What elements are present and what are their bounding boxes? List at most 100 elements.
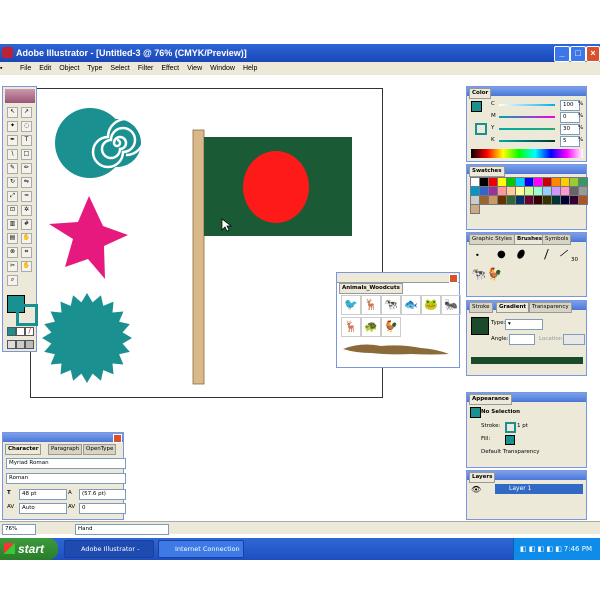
animal-symbol-icon[interactable]: 🐓: [381, 317, 401, 337]
input-m[interactable]: 0: [560, 112, 580, 123]
font-size-input[interactable]: 48 pt: [19, 489, 67, 500]
blend-tool-icon[interactable]: ⊗: [7, 247, 18, 258]
tab-gradient[interactable]: Gradient: [496, 302, 530, 313]
lizard-brush-icon[interactable]: [341, 339, 451, 359]
leading-input[interactable]: (57.6 pt): [79, 489, 126, 500]
slice-tool-icon[interactable]: ⌗: [21, 247, 32, 258]
animal-symbol-icon[interactable]: 🐦: [341, 295, 361, 315]
tab-brushes[interactable]: Brushes: [514, 234, 546, 245]
status-tool-select[interactable]: Hand: [75, 524, 169, 535]
input-c[interactable]: 100: [560, 100, 580, 111]
animal-symbol-icon[interactable]: 🦌: [341, 317, 361, 337]
slider-k[interactable]: [499, 140, 555, 142]
brush-rooster-icon[interactable]: 🐓: [487, 267, 502, 281]
magenta-star[interactable]: [49, 196, 128, 279]
magic-wand-tool-icon[interactable]: ✦: [7, 121, 18, 132]
direct-selection-tool-icon[interactable]: ↗: [21, 107, 32, 118]
swatch-cell[interactable]: [578, 195, 588, 205]
start-button[interactable]: start: [0, 538, 58, 560]
pencil-tool-icon[interactable]: ✏: [21, 163, 32, 174]
tab-appearance[interactable]: Appearance: [469, 394, 512, 405]
appearance-stroke-swatch[interactable]: [505, 422, 516, 433]
slider-y[interactable]: [499, 128, 555, 130]
color-mode-button[interactable]: [7, 327, 16, 336]
zoom-tool-icon[interactable]: ⌕: [7, 275, 18, 286]
symbol-sprayer-tool-icon[interactable]: ✲: [21, 205, 32, 216]
teal-starburst[interactable]: [42, 293, 132, 383]
line-tool-icon[interactable]: \: [7, 149, 18, 160]
appearance-fill-swatch[interactable]: [505, 435, 515, 445]
tab-layers[interactable]: Layers: [469, 472, 496, 483]
animal-symbol-icon[interactable]: 🐄: [381, 295, 401, 315]
tab-paragraph[interactable]: Paragraph: [48, 444, 83, 455]
input-y[interactable]: 30: [560, 124, 580, 135]
gradient-type-select[interactable]: ▾: [505, 319, 543, 330]
font-style-select[interactable]: Roman: [6, 473, 126, 484]
reflect-tool-icon[interactable]: ⇋: [21, 177, 32, 188]
slider-m[interactable]: [499, 116, 555, 118]
hand-tool-icon[interactable]: ✋: [21, 261, 32, 272]
gradient-location-input[interactable]: [563, 334, 585, 345]
animal-symbol-icon[interactable]: 🐸: [421, 295, 441, 315]
animals-panel-close-button[interactable]: [449, 274, 458, 283]
scale-tool-icon[interactable]: ⤢: [7, 191, 18, 202]
kerning-input[interactable]: Auto: [19, 503, 67, 514]
character-panel-close-button[interactable]: [113, 434, 122, 443]
layer-row[interactable]: Layer 1: [495, 484, 583, 494]
flag-disc[interactable]: [243, 151, 309, 223]
animal-symbol-icon[interactable]: 🐟: [401, 295, 421, 315]
warp-tool-icon[interactable]: ≈: [21, 191, 32, 202]
rectangle-tool-icon[interactable]: □: [21, 149, 32, 160]
brush-cow-icon[interactable]: 🐄: [471, 267, 486, 281]
tray-icons[interactable]: ◧ ◧ ◧ ◧ ◧: [520, 538, 562, 560]
brush-dot-small-icon[interactable]: •: [475, 251, 480, 260]
free-transform-tool-icon[interactable]: ⊡: [7, 205, 18, 216]
zoom-select[interactable]: 76%: [2, 524, 36, 535]
brush-dot-medium-icon[interactable]: ●: [497, 249, 506, 260]
screen-mode-3-button[interactable]: [25, 340, 34, 349]
animal-symbol-icon[interactable]: 🐜: [441, 295, 461, 315]
mesh-tool-icon[interactable]: #: [21, 219, 32, 230]
tab-color[interactable]: Color: [469, 88, 492, 99]
brush-leaf-icon[interactable]: ❘: [540, 246, 553, 261]
rotate-tool-icon[interactable]: ↻: [7, 177, 18, 188]
brush-stroke-icon[interactable]: ⁄: [561, 247, 567, 260]
tab-transparency[interactable]: Transparency: [529, 302, 572, 313]
visibility-eye-icon[interactable]: 👁: [471, 485, 481, 494]
taskbar-item-internet[interactable]: Internet Connection ...: [158, 540, 244, 569]
paintbrush-tool-icon[interactable]: ✎: [7, 163, 18, 174]
tab-symbols[interactable]: Symbols: [542, 234, 572, 245]
screen-mode-2-button[interactable]: [16, 340, 25, 349]
color-stroke-swatch[interactable]: [475, 123, 487, 135]
lasso-tool-icon[interactable]: ◌: [21, 121, 32, 132]
tab-swatches[interactable]: Swatches: [469, 166, 505, 177]
pen-tool-icon[interactable]: ✒: [7, 135, 18, 146]
tab-character[interactable]: Character: [5, 444, 42, 455]
tab-opentype[interactable]: OpenType: [83, 444, 117, 455]
flag-pole[interactable]: [192, 129, 205, 385]
gradient-slider-bar[interactable]: [471, 357, 583, 364]
scissors-tool-icon[interactable]: ✂: [7, 261, 18, 272]
screen-mode-1-button[interactable]: [7, 340, 16, 349]
color-fill-swatch[interactable]: [471, 101, 482, 112]
slider-c[interactable]: [499, 104, 555, 106]
gradient-angle-input[interactable]: [509, 334, 535, 345]
selection-tool-icon[interactable]: ↖: [7, 107, 18, 118]
taskbar-item-illustrator[interactable]: Adobe Illustrator - [U...: [64, 540, 154, 569]
gradient-mode-button[interactable]: [16, 327, 25, 336]
input-k[interactable]: 5: [560, 136, 580, 147]
gradient-preview[interactable]: [471, 317, 489, 335]
tracking-input[interactable]: 0: [79, 503, 126, 514]
eyedropper-tool-icon[interactable]: ✋: [21, 233, 32, 244]
type-tool-icon[interactable]: T: [21, 135, 32, 146]
font-family-select[interactable]: Myriad Roman: [6, 458, 126, 469]
tab-stroke[interactable]: Stroke: [469, 302, 493, 313]
tab-animals-woodcuts[interactable]: Animals_Woodcuts: [339, 283, 403, 294]
animal-symbol-icon[interactable]: 🐢: [361, 317, 381, 337]
animal-symbol-icon[interactable]: 🦌: [361, 295, 381, 315]
gradient-tool-icon[interactable]: ▤: [7, 233, 18, 244]
none-mode-button[interactable]: /: [25, 327, 34, 336]
brush-oval-icon[interactable]: ⬮: [514, 246, 528, 263]
graph-tool-icon[interactable]: ▥: [7, 219, 18, 230]
color-spectrum-bar[interactable]: [471, 149, 583, 158]
